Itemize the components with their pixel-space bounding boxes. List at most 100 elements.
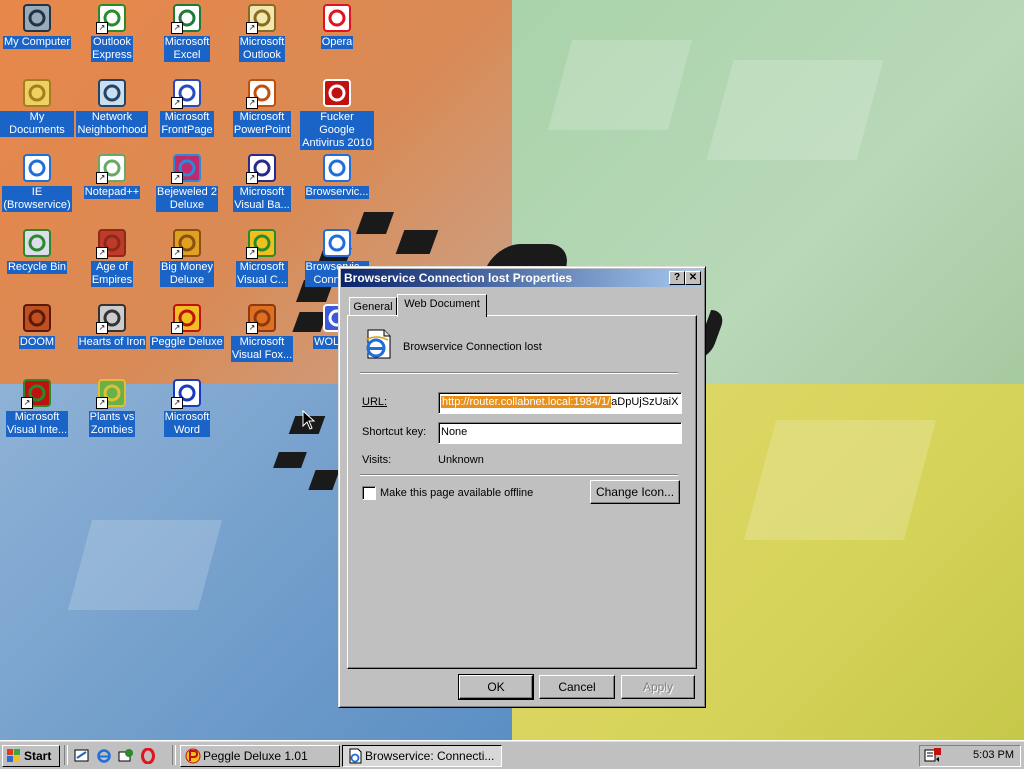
bejeweled-icon: ↗ bbox=[171, 152, 203, 184]
desktop-icon[interactable]: ↗ Notepad++ bbox=[75, 152, 149, 199]
opera-icon[interactable] bbox=[140, 748, 156, 764]
antivirus-icon bbox=[321, 77, 353, 109]
desktop-icon[interactable]: Network Neighborhood bbox=[75, 77, 149, 137]
desktop-icon-label: Big Money Deluxe bbox=[160, 261, 214, 287]
url-selected-text: http://router.collabnet.local:1984/1/ bbox=[441, 396, 612, 408]
desktop-icon[interactable]: ↗ Microsoft FrontPage bbox=[150, 77, 224, 137]
computer-icon bbox=[21, 2, 53, 34]
offline-checkbox[interactable] bbox=[362, 486, 376, 500]
change-icon-button[interactable]: Change Icon... bbox=[590, 480, 680, 504]
cancel-label: Cancel bbox=[558, 680, 596, 694]
desktop-icon[interactable]: Opera bbox=[300, 2, 374, 49]
notepad-icon: ↗ bbox=[96, 152, 128, 184]
desktop-icon[interactable]: ↗ Microsoft Visual C... bbox=[225, 227, 299, 287]
desktop-icon[interactable]: ↗ Age of Empires bbox=[75, 227, 149, 287]
start-label: Start bbox=[24, 749, 52, 763]
desktop-icon-label: Browservic... bbox=[304, 186, 370, 199]
ie-icon bbox=[21, 152, 53, 184]
desktop-icon-label: Microsoft Visual Ba... bbox=[233, 186, 291, 212]
shortcut-arrow-icon: ↗ bbox=[96, 397, 108, 409]
taskbar-divider bbox=[172, 745, 176, 765]
cancel-button[interactable]: Cancel bbox=[539, 675, 615, 699]
shortcut-key-field[interactable]: None bbox=[438, 422, 682, 444]
desktop-icon[interactable]: My Documents bbox=[0, 77, 74, 137]
desktop-icon-label: Microsoft Visual C... bbox=[236, 261, 288, 287]
task-browservice[interactable]: Browservice: Connecti... bbox=[342, 745, 502, 767]
ok-button[interactable]: OK bbox=[458, 674, 534, 700]
frontpage-icon: ↗ bbox=[171, 77, 203, 109]
url-label: URL: bbox=[362, 396, 388, 408]
desktop-icon[interactable]: IE (Browservice) bbox=[0, 152, 74, 212]
shortcut-arrow-icon: ↗ bbox=[171, 322, 183, 334]
desktop-icon[interactable]: ↗ Microsoft Visual Ba... bbox=[225, 152, 299, 212]
task-peggle-deluxe[interactable]: Peggle Deluxe 1.01 bbox=[180, 745, 340, 767]
desktop-icon[interactable]: DOOM bbox=[0, 302, 74, 349]
desktop-icon[interactable]: ↗ Hearts of Iron bbox=[75, 302, 149, 349]
desktop-icon-label: Microsoft Visual Inte... bbox=[5, 411, 69, 437]
shortcut-arrow-icon: ↗ bbox=[246, 22, 258, 34]
shortcut-arrow-icon: ↗ bbox=[246, 97, 258, 109]
properties-dialog: Browservice Connection lost Properties ?… bbox=[338, 266, 706, 708]
age-of-empires-icon: ↗ bbox=[96, 227, 128, 259]
ie-document-icon bbox=[349, 748, 362, 764]
desktop-icon-label: Plants vs Zombies bbox=[88, 411, 136, 437]
task-browservice-label: Browservice: Connecti... bbox=[365, 749, 495, 763]
ok-label: OK bbox=[487, 680, 505, 694]
desktop-icon[interactable]: ↗ Peggle Deluxe bbox=[150, 302, 224, 349]
peggle-icon bbox=[185, 748, 201, 764]
desktop-icon[interactable]: ↗ Bejeweled 2 Deluxe bbox=[150, 152, 224, 212]
visits-label: Visits: bbox=[362, 454, 392, 466]
desktop-icon[interactable]: ↗ Plants vs Zombies bbox=[75, 377, 149, 437]
desktop-icon[interactable]: ↗ Microsoft Visual Fox... bbox=[225, 302, 299, 362]
desktop-icon[interactable]: ↗ Outlook Express bbox=[75, 2, 149, 62]
desktop-icon[interactable]: ↗ Big Money Deluxe bbox=[150, 227, 224, 287]
wallpaper-pane bbox=[706, 60, 884, 160]
close-button[interactable]: ✕ bbox=[685, 271, 701, 285]
change-icon-label: Change Icon... bbox=[595, 485, 675, 499]
help-button[interactable]: ? bbox=[669, 271, 685, 285]
desktop-icon[interactable]: ↗ Microsoft Excel bbox=[150, 2, 224, 62]
desktop-icon[interactable]: ↗ Microsoft Visual Inte... bbox=[0, 377, 74, 437]
shortcut-arrow-icon: ↗ bbox=[171, 397, 183, 409]
visits-value: Unknown bbox=[438, 454, 484, 466]
opera-icon bbox=[321, 2, 353, 34]
close-icon: ✕ bbox=[688, 272, 698, 283]
wallpaper-pane bbox=[547, 40, 693, 130]
ie-document-icon bbox=[365, 329, 391, 359]
volume-scheduler-icon[interactable] bbox=[924, 747, 942, 763]
desktop-icon-label: Microsoft Outlook bbox=[238, 36, 286, 62]
peggle-icon: ↗ bbox=[171, 302, 203, 334]
show-desktop-icon[interactable] bbox=[74, 748, 90, 764]
dialog-titlebar[interactable]: Browservice Connection lost Properties ?… bbox=[341, 269, 701, 287]
mouse-pointer-icon bbox=[302, 410, 316, 430]
desktop-icon-label: Microsoft Visual Fox... bbox=[230, 336, 294, 362]
shortcut-arrow-icon: ↗ bbox=[246, 172, 258, 184]
desktop-icon-label: Peggle Deluxe bbox=[150, 336, 224, 349]
desktop-icon[interactable]: My Computer bbox=[0, 2, 74, 49]
visual-interdev-icon: ↗ bbox=[21, 377, 53, 409]
url-value: http://router.collabnet.local:1984/1/aDp… bbox=[441, 396, 678, 408]
apply-button[interactable]: Apply bbox=[621, 675, 695, 699]
shortcut-arrow-icon: ↗ bbox=[96, 22, 108, 34]
desktop-icon[interactable]: Recycle Bin bbox=[0, 227, 74, 274]
tab-web-document[interactable]: Web Document bbox=[397, 294, 487, 317]
desktop-icon[interactable]: ↗ Microsoft Word bbox=[150, 377, 224, 437]
desktop-icon-label: Opera bbox=[320, 36, 354, 49]
desktop-icon[interactable]: ↗ Microsoft Outlook bbox=[225, 2, 299, 62]
apply-label: Apply bbox=[642, 680, 674, 694]
desktop-icon-label: My Computer bbox=[2, 36, 72, 49]
desktop-icon[interactable]: Fucker Google Antivirus 2010 bbox=[300, 77, 374, 150]
clock[interactable]: 5:03 PM bbox=[973, 749, 1014, 761]
shortcut-key-label: Shortcut key: bbox=[362, 426, 427, 438]
start-button[interactable]: Start bbox=[2, 745, 60, 767]
desktop-icon-label: Notepad++ bbox=[83, 186, 141, 199]
desktop-icon[interactable]: ↗ Microsoft PowerPoint bbox=[225, 77, 299, 137]
shortcut-arrow-icon: ↗ bbox=[96, 247, 108, 259]
ie-document-icon bbox=[321, 227, 353, 259]
outlook-express-icon[interactable] bbox=[118, 748, 134, 764]
tab-panel: Browservice Connection lost URL: http://… bbox=[347, 315, 697, 669]
ie-icon[interactable] bbox=[96, 748, 112, 764]
tab-general[interactable]: General bbox=[349, 297, 397, 317]
url-field[interactable]: http://router.collabnet.local:1984/1/aDp… bbox=[438, 392, 682, 414]
desktop-icon[interactable]: Browservic... bbox=[300, 152, 374, 199]
